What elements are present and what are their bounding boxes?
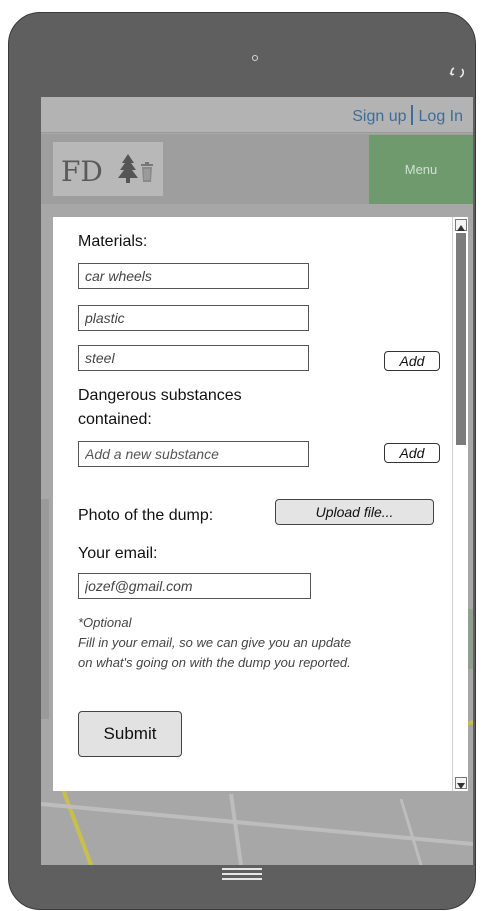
rotate-icon[interactable] <box>447 63 469 81</box>
material-field-2[interactable] <box>78 305 309 331</box>
substances-label-line-2: contained: <box>78 411 152 428</box>
log-in-link[interactable]: Log In <box>419 108 463 125</box>
substance-input[interactable] <box>78 441 309 467</box>
material-field-1[interactable] <box>78 263 309 289</box>
optional-note: *Optional <box>78 615 132 630</box>
scroll-thumb[interactable] <box>456 233 466 445</box>
arrow-up-icon <box>457 225 465 231</box>
report-form-panel: Materials: Add Dangerous substances cont… <box>53 217 468 791</box>
material-field-3[interactable] <box>78 345 309 371</box>
email-note: *Optional Fill in your email, so we can … <box>78 613 438 673</box>
phone-frame: Sign up Log In FD Menu Materials: car wh… <box>8 12 476 910</box>
tree-icon <box>118 154 138 183</box>
trash-can-icon <box>141 162 153 182</box>
app-header: FD Menu <box>41 134 473 204</box>
home-menu-icon[interactable] <box>222 868 262 880</box>
email-label: Your email: <box>78 545 158 562</box>
app-screen: Sign up Log In FD Menu Materials: car wh… <box>41 97 473 865</box>
arrow-down-icon <box>457 783 465 789</box>
email-field[interactable] <box>78 573 311 599</box>
scroll-down-arrow[interactable] <box>455 777 467 789</box>
substances-label-line-1: Dangerous substances <box>78 387 242 404</box>
photo-label: Photo of the dump: <box>78 507 214 524</box>
auth-links: Sign up Log In <box>352 105 463 126</box>
materials-label: Materials: <box>78 233 148 250</box>
logo-text: FD <box>61 155 103 188</box>
add-material-button[interactable]: Add <box>384 351 440 371</box>
add-substance-button[interactable]: Add <box>384 443 440 463</box>
form-scrollbar[interactable] <box>452 217 468 791</box>
upload-file-button[interactable]: Upload file... <box>275 499 434 525</box>
auth-bar: Sign up Log In <box>41 97 473 133</box>
email-note-line-2: on what's going on with the dump you rep… <box>78 655 351 670</box>
submit-button[interactable]: Submit <box>78 711 182 757</box>
sign-up-link[interactable]: Sign up <box>352 108 406 125</box>
auth-separator <box>410 105 413 125</box>
email-note-line-1: Fill in your email, so we can give you a… <box>78 635 352 650</box>
scroll-up-arrow[interactable] <box>455 219 467 231</box>
logo[interactable]: FD <box>53 142 163 196</box>
menu-button[interactable]: Menu <box>369 135 473 204</box>
camera-icon <box>252 55 258 61</box>
